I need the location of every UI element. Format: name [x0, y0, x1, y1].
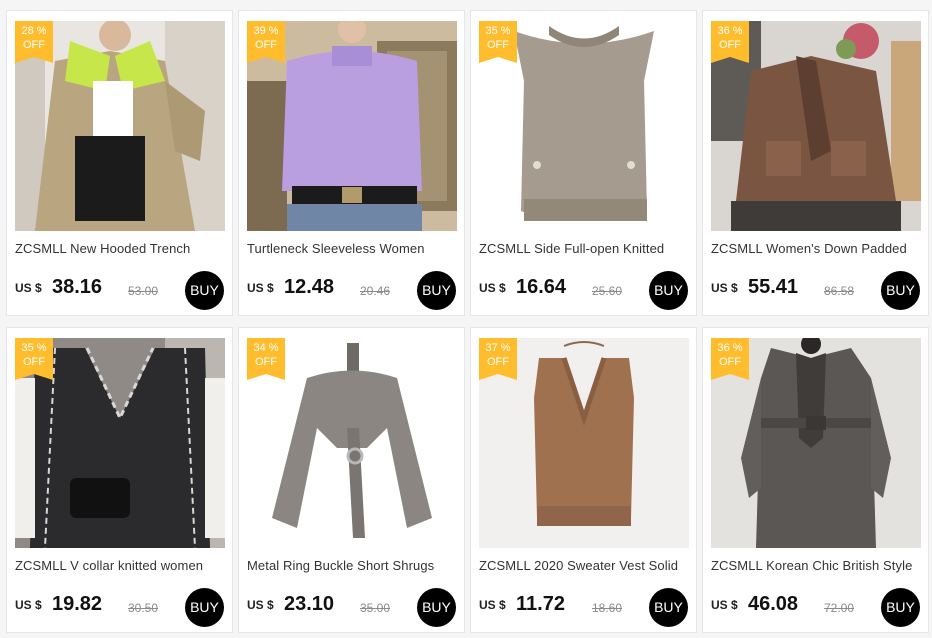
buy-button[interactable]: BUY — [417, 271, 456, 310]
discount-percent: 35 % — [21, 342, 47, 354]
sale-price: 12.48 — [284, 276, 335, 298]
original-price: 18.60 — [592, 601, 623, 615]
discount-off-label: OFF — [719, 356, 741, 368]
product-title[interactable]: Metal Ring Buckle Short Shrugs — [247, 558, 459, 573]
buy-button[interactable]: BUY — [881, 588, 920, 627]
discount-off-label: OFF — [23, 356, 45, 368]
discount-badge: 36 % OFF — [711, 21, 749, 63]
product-card[interactable]: 35 % OFF ZCSMLL Side Full-open Knitted U… — [470, 10, 697, 316]
discount-off-label: OFF — [719, 39, 741, 51]
product-title[interactable]: ZCSMLL New Hooded Trench — [15, 241, 227, 256]
product-title[interactable]: ZCSMLL V collar knitted women — [15, 558, 227, 573]
original-price: 86.58 — [824, 284, 855, 298]
discount-percent: 35 % — [485, 25, 511, 37]
original-price: 72.00 — [824, 601, 855, 615]
discount-off-label: OFF — [255, 39, 277, 51]
discount-off-label: OFF — [487, 39, 509, 51]
currency-label: US $ — [711, 598, 738, 612]
discount-percent: 34 % — [253, 342, 279, 354]
discount-badge: 36 % OFF — [711, 338, 749, 380]
price-row: US $ 16.64 25.60 BUY — [479, 271, 688, 311]
sale-price: 16.64 — [516, 276, 567, 298]
product-card[interactable]: 39 % OFF Turtleneck Sleeveless Women US … — [238, 10, 465, 316]
currency-label: US $ — [15, 598, 42, 612]
product-title[interactable]: ZCSMLL Women's Down Padded — [711, 241, 923, 256]
discount-off-label: OFF — [23, 39, 45, 51]
product-title[interactable]: ZCSMLL Side Full-open Knitted — [479, 241, 691, 256]
discount-percent: 36 % — [717, 25, 743, 37]
currency-label: US $ — [247, 598, 274, 612]
product-card[interactable]: 34 % OFF Metal Ring Buckle Short Shrugs … — [238, 327, 465, 633]
discount-badge: 28 % OFF — [15, 21, 53, 63]
discount-badge: 39 % OFF — [247, 21, 285, 63]
discount-badge: 37 % OFF — [479, 338, 517, 380]
product-card[interactable]: 36 % OFF ZCSMLL Korean Chic British Styl… — [702, 327, 929, 633]
product-card[interactable]: 35 % OFF ZCSMLL V collar knitted women U… — [6, 327, 233, 633]
price-row: US $ 23.10 35.00 BUY — [247, 588, 456, 628]
currency-label: US $ — [247, 281, 274, 295]
product-title[interactable]: Turtleneck Sleeveless Women — [247, 241, 459, 256]
product-grid: 28 % OFF ZCSMLL New Hooded Trench US $ 3… — [6, 10, 929, 633]
price-row: US $ 38.16 53.00 BUY — [15, 271, 224, 311]
discount-percent: 39 % — [253, 25, 279, 37]
buy-button[interactable]: BUY — [649, 271, 688, 310]
price-row: US $ 19.82 30.50 BUY — [15, 588, 224, 628]
price-row: US $ 55.41 86.58 BUY — [711, 271, 920, 311]
discount-percent: 28 % — [21, 25, 47, 37]
sale-price: 46.08 — [748, 593, 799, 615]
discount-percent: 36 % — [717, 342, 743, 354]
buy-button[interactable]: BUY — [185, 588, 224, 627]
price-row: US $ 11.72 18.60 BUY — [479, 588, 688, 628]
product-card[interactable]: 36 % OFF ZCSMLL Women's Down Padded US $… — [702, 10, 929, 316]
discount-off-label: OFF — [487, 356, 509, 368]
currency-label: US $ — [479, 281, 506, 295]
discount-percent: 37 % — [485, 342, 511, 354]
buy-button[interactable]: BUY — [417, 588, 456, 627]
original-price: 20.46 — [360, 284, 391, 298]
sale-price: 55.41 — [748, 276, 799, 298]
product-card[interactable]: 28 % OFF ZCSMLL New Hooded Trench US $ 3… — [6, 10, 233, 316]
price-row: US $ 46.08 72.00 BUY — [711, 588, 920, 628]
sale-price: 38.16 — [52, 276, 103, 298]
sale-price: 11.72 — [516, 593, 565, 615]
discount-badge: 35 % OFF — [15, 338, 53, 380]
discount-off-label: OFF — [255, 356, 277, 368]
product-card[interactable]: 37 % OFF ZCSMLL 2020 Sweater Vest Solid … — [470, 327, 697, 633]
sale-price: 23.10 — [284, 593, 335, 615]
price-row: US $ 12.48 20.46 BUY — [247, 271, 456, 311]
currency-label: US $ — [15, 281, 42, 295]
original-price: 53.00 — [128, 284, 159, 298]
original-price: 35.00 — [360, 601, 391, 615]
currency-label: US $ — [479, 598, 506, 612]
buy-button[interactable]: BUY — [881, 271, 920, 310]
currency-label: US $ — [711, 281, 738, 295]
product-title[interactable]: ZCSMLL 2020 Sweater Vest Solid — [479, 558, 691, 573]
original-price: 25.60 — [592, 284, 623, 298]
product-title[interactable]: ZCSMLL Korean Chic British Style — [711, 558, 923, 573]
discount-badge: 34 % OFF — [247, 338, 285, 380]
discount-badge: 35 % OFF — [479, 21, 517, 63]
original-price: 30.50 — [128, 601, 159, 615]
buy-button[interactable]: BUY — [185, 271, 224, 310]
sale-price: 19.82 — [52, 593, 103, 615]
buy-button[interactable]: BUY — [649, 588, 688, 627]
